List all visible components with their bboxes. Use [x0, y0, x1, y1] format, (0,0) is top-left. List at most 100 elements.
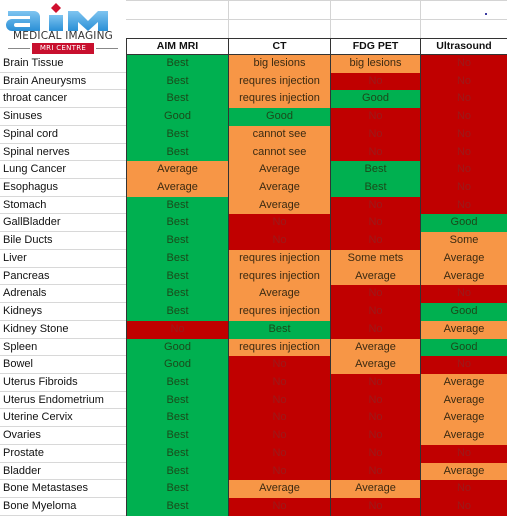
table-cell-ct[interactable]: No — [228, 373, 330, 392]
table-cell-aim-mri[interactable]: Best — [126, 303, 228, 321]
row-label[interactable]: Liver — [0, 250, 126, 268]
table-cell-ultrasound[interactable]: Average — [420, 427, 507, 445]
table-cell-ct[interactable]: Average — [228, 285, 330, 304]
table-cell-ultrasound[interactable]: Good — [420, 338, 507, 357]
table-cell-ct[interactable]: No — [228, 462, 330, 481]
row-label[interactable]: Uterine Cervix — [0, 409, 126, 428]
table-cell-fdg-pet[interactable]: Average — [330, 338, 420, 357]
table-cell-fdg-pet[interactable]: No — [330, 427, 420, 445]
table-cell-fdg-pet[interactable]: No — [330, 303, 420, 321]
row-label[interactable]: Lung Cancer — [0, 161, 126, 180]
table-cell-aim-mri[interactable]: Best — [126, 480, 228, 498]
table-cell-ultrasound[interactable]: No — [420, 125, 507, 144]
column-header-aim-mri[interactable]: AIM MRI — [126, 39, 228, 54]
table-cell-fdg-pet[interactable]: No — [330, 462, 420, 481]
table-cell-fdg-pet[interactable]: Best — [330, 161, 420, 180]
table-cell-ct[interactable]: No — [228, 214, 330, 233]
row-label[interactable]: Prostate — [0, 445, 126, 463]
row-label[interactable]: Adrenals — [0, 285, 126, 304]
table-cell-ultrasound[interactable]: Average — [420, 267, 507, 286]
table-cell-ultrasound[interactable]: No — [420, 444, 507, 463]
table-cell-ct[interactable]: No — [228, 391, 330, 410]
row-label[interactable]: Bone Metastases — [0, 480, 126, 498]
table-cell-fdg-pet[interactable]: Average — [330, 267, 420, 286]
table-cell-ultrasound[interactable]: No — [420, 356, 507, 374]
table-cell-fdg-pet[interactable]: Average — [330, 480, 420, 498]
row-label[interactable]: throat cancer — [0, 90, 126, 109]
table-cell-fdg-pet[interactable]: No — [330, 320, 420, 339]
row-label[interactable]: Bile Ducts — [0, 232, 126, 250]
table-cell-ultrasound[interactable]: No — [420, 480, 507, 498]
table-cell-aim-mri[interactable]: Best — [126, 249, 228, 268]
table-cell-aim-mri[interactable]: Best — [126, 125, 228, 144]
row-label[interactable]: Esophagus — [0, 179, 126, 197]
table-cell-aim-mri[interactable]: Average — [126, 179, 228, 197]
table-cell-ultrasound[interactable]: Average — [420, 249, 507, 268]
table-cell-ultrasound[interactable]: No — [420, 143, 507, 162]
table-cell-aim-mri[interactable]: Best — [126, 90, 228, 109]
table-cell-ultrasound[interactable]: No — [420, 196, 507, 215]
table-cell-ct[interactable]: Best — [228, 320, 330, 339]
table-cell-ct[interactable]: requres injection — [228, 72, 330, 91]
table-cell-ct[interactable]: cannot see — [228, 143, 330, 162]
table-cell-ct[interactable]: requres injection — [228, 267, 330, 286]
row-label[interactable]: Brain Aneurysms — [0, 73, 126, 91]
table-cell-fdg-pet[interactable]: No — [330, 72, 420, 91]
table-cell-ct[interactable]: requres injection — [228, 338, 330, 357]
table-cell-ultrasound[interactable]: Some — [420, 232, 507, 250]
table-cell-ultrasound[interactable]: Good — [420, 303, 507, 321]
table-cell-ct[interactable]: Average — [228, 179, 330, 197]
row-label[interactable]: GallBladder — [0, 214, 126, 233]
table-cell-ultrasound[interactable]: Average — [420, 409, 507, 428]
table-cell-fdg-pet[interactable]: Best — [330, 179, 420, 197]
table-cell-ultrasound[interactable]: Average — [420, 462, 507, 481]
table-cell-aim-mri[interactable]: Good — [126, 356, 228, 374]
table-cell-fdg-pet[interactable]: No — [330, 196, 420, 215]
row-label[interactable]: Bladder — [0, 463, 126, 481]
table-cell-aim-mri[interactable]: Best — [126, 143, 228, 162]
row-label[interactable]: Kidneys — [0, 303, 126, 321]
table-cell-aim-mri[interactable]: Best — [126, 232, 228, 250]
table-cell-ultrasound[interactable]: No — [420, 161, 507, 180]
row-label[interactable]: Pancreas — [0, 268, 126, 286]
table-cell-aim-mri[interactable]: Good — [126, 108, 228, 126]
table-cell-aim-mri[interactable]: Best — [126, 285, 228, 304]
table-cell-ultrasound[interactable]: No — [420, 285, 507, 304]
table-cell-ultrasound[interactable]: No — [420, 497, 507, 516]
table-cell-fdg-pet[interactable]: No — [330, 214, 420, 233]
table-cell-ultrasound[interactable]: Average — [420, 373, 507, 392]
table-cell-ct[interactable]: No — [228, 497, 330, 516]
table-cell-aim-mri[interactable]: Best — [126, 214, 228, 233]
table-cell-ct[interactable]: requres injection — [228, 90, 330, 109]
table-cell-fdg-pet[interactable]: No — [330, 373, 420, 392]
table-cell-aim-mri[interactable]: Best — [126, 391, 228, 410]
row-label[interactable]: Stomach — [0, 197, 126, 215]
table-cell-ct[interactable]: Average — [228, 480, 330, 498]
table-cell-ct[interactable]: cannot see — [228, 125, 330, 144]
table-cell-aim-mri[interactable]: No — [126, 320, 228, 339]
table-cell-ct[interactable]: Average — [228, 196, 330, 215]
table-cell-fdg-pet[interactable]: No — [330, 108, 420, 126]
table-cell-ct[interactable]: Good — [228, 108, 330, 126]
table-cell-aim-mri[interactable]: Best — [126, 55, 228, 73]
table-cell-ct[interactable]: No — [228, 409, 330, 428]
table-cell-aim-mri[interactable]: Best — [126, 409, 228, 428]
row-label[interactable]: Uterus Fibroids — [0, 374, 126, 392]
table-cell-fdg-pet[interactable]: big lesions — [330, 55, 420, 73]
column-header-fdg-pet[interactable]: FDG PET — [330, 39, 420, 54]
table-cell-fdg-pet[interactable]: No — [330, 232, 420, 250]
table-cell-aim-mri[interactable]: Best — [126, 427, 228, 445]
table-cell-aim-mri[interactable]: Best — [126, 462, 228, 481]
row-label[interactable]: Ovaries — [0, 427, 126, 445]
column-header-ultrasound[interactable]: Ultrasound — [420, 39, 507, 54]
table-cell-fdg-pet[interactable]: No — [330, 391, 420, 410]
table-cell-fdg-pet[interactable]: No — [330, 125, 420, 144]
table-cell-aim-mri[interactable]: Best — [126, 72, 228, 91]
table-cell-fdg-pet[interactable]: No — [330, 409, 420, 428]
table-cell-fdg-pet[interactable]: Average — [330, 356, 420, 374]
row-label[interactable]: Sinuses — [0, 108, 126, 126]
row-label[interactable]: Bone Myeloma — [0, 498, 126, 516]
table-cell-fdg-pet[interactable]: No — [330, 497, 420, 516]
table-cell-aim-mri[interactable]: Average — [126, 161, 228, 180]
table-cell-ct[interactable]: No — [228, 427, 330, 445]
